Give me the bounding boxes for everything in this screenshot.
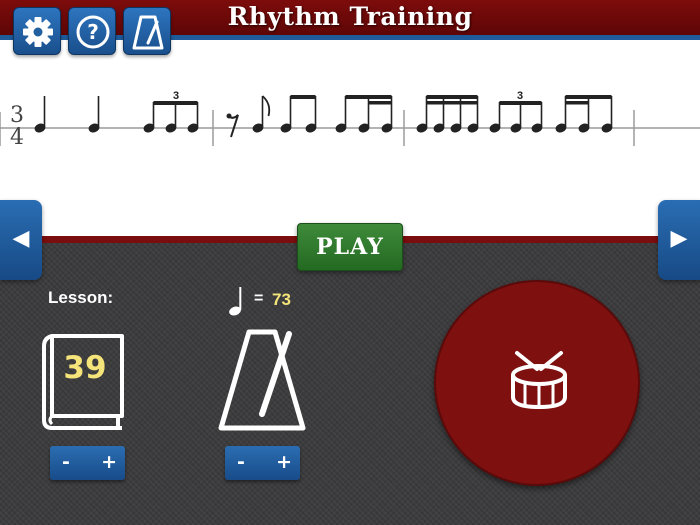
help-icon: ?	[76, 15, 110, 49]
gear-icon	[23, 17, 53, 47]
previous-button[interactable]: ◀	[0, 200, 42, 280]
tuplet-label: 3	[173, 90, 179, 102]
help-button[interactable]: ?	[68, 7, 116, 55]
left-arrow-icon: ◀	[12, 226, 30, 251]
metronome-icon	[132, 15, 164, 50]
right-arrow-icon: ▶	[670, 226, 688, 251]
quarter-note-icon	[229, 287, 242, 316]
lesson-label: Lesson:	[48, 288, 114, 307]
next-button[interactable]: ▶	[658, 200, 700, 280]
app-title: Rhythm Training	[227, 2, 473, 31]
lesson-stepper[interactable]: - +	[50, 446, 125, 480]
metronome-large-icon	[218, 329, 306, 431]
drum-icon	[511, 351, 567, 410]
play-button[interactable]: PLAY	[297, 223, 403, 271]
tempo-decrement-button[interactable]: -	[237, 446, 245, 480]
drum-tap-button[interactable]	[434, 280, 640, 486]
rhythm-staff: 3 4 3 3	[0, 90, 700, 150]
metronome-button[interactable]	[123, 7, 171, 55]
tempo-increment-button[interactable]: +	[276, 446, 292, 480]
note-flag	[261, 95, 271, 117]
lesson-number: 39	[63, 350, 107, 386]
settings-button[interactable]	[13, 7, 61, 55]
tempo-equals: =	[254, 290, 264, 307]
help-glyph: ?	[87, 20, 99, 44]
tempo-stepper[interactable]: - +	[225, 446, 300, 480]
tuplet-label: 3	[517, 90, 523, 102]
lesson-increment-button[interactable]: +	[101, 446, 117, 480]
tempo-bpm: 73	[272, 290, 291, 309]
time-signature-bottom: 4	[10, 125, 24, 150]
lesson-decrement-button[interactable]: -	[62, 446, 70, 480]
